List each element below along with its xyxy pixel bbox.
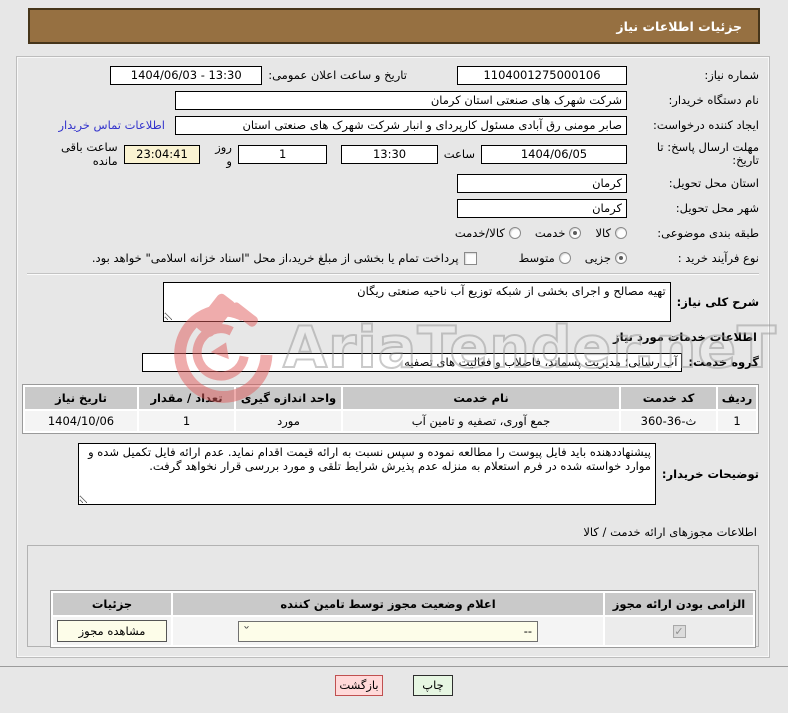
- radio-goods-service-label: کالا/خدمت: [454, 226, 505, 240]
- need-description-label: شرح کلی نیاز:: [676, 295, 759, 309]
- announce-datetime-value: 1404/06/03 - 13:30: [110, 65, 263, 85]
- service-name: جمع آوری، تصفیه و تامین آب: [343, 411, 619, 431]
- page-title: جزئیات اطلاعات نیاز: [28, 8, 760, 44]
- print-button[interactable]: چاپ: [413, 675, 453, 696]
- license-row: -- ˅ مشاهده مجوز: [53, 617, 753, 645]
- radio-goods-service[interactable]: [508, 227, 521, 239]
- row-purchase-process: نوع فرآیند خرید : جزیی متوسط پرداخت تمام…: [27, 248, 759, 268]
- section-divider: [27, 273, 759, 275]
- service-row-number: 1: [718, 411, 756, 431]
- service-code: ث-36-360: [621, 411, 716, 431]
- licenses-section-heading: اطلاعات مجوزهای ارائه خدمت / کالا: [583, 525, 757, 539]
- back-button[interactable]: بازگشت: [335, 675, 383, 696]
- treasury-checkbox[interactable]: [463, 251, 477, 265]
- row-need-description: شرح کلی نیاز: تهیه مصالح و اجرای بخشی از…: [27, 282, 759, 322]
- license-details-cell: مشاهده مجوز: [53, 617, 171, 645]
- col-service-name: نام خدمت: [343, 387, 619, 409]
- license-status-cell: -- ˅: [173, 617, 603, 645]
- col-unit: واحد اندازه گیری: [236, 387, 341, 409]
- licenses-groupbox: الزامی بودن ارائه مجوز اعلام وضعیت مجوز …: [27, 545, 759, 648]
- reply-deadline-time-label: ساعت: [443, 147, 475, 161]
- subject-classification-label: طبقه بندی موضوعی:: [657, 225, 759, 240]
- footer-divider: [0, 666, 788, 667]
- col-quantity: تعداد / مقدار: [139, 387, 234, 409]
- footer-buttons: چاپ بازگشت: [0, 675, 788, 696]
- col-license-details: جزئیات: [53, 593, 171, 615]
- countdown-label: ساعت باقی مانده: [60, 140, 118, 168]
- row-need-number: شماره نیاز: 1104001275000106 تاریخ و ساع…: [27, 65, 759, 85]
- need-description-textarea[interactable]: تهیه مصالح و اجرای بخشی از شبکه توزیع آب…: [162, 282, 671, 322]
- services-section-heading: اطلاعات خدمات مورد نیاز: [613, 330, 757, 344]
- buyer-notes-label: توضیحات خریدار:: [661, 467, 759, 481]
- remaining-days-value: 1: [237, 144, 328, 164]
- row-buyer-notes: توضیحات خریدار: پیشنهاددهنده باید فایل پ…: [27, 443, 759, 505]
- purchase-process-label: نوع فرآیند خرید :: [677, 250, 759, 265]
- delivery-province-label: استان محل تحویل:: [668, 175, 759, 190]
- buyer-org-value: شرکت شهرک های صنعتی استان کرمان: [175, 90, 627, 110]
- service-unit: مورد: [236, 411, 341, 431]
- view-license-button[interactable]: مشاهده مجوز: [57, 620, 167, 642]
- row-service-group: گروه خدمت: آب رسانی؛ مدیریت پسماند، فاضل…: [27, 352, 759, 372]
- buyer-notes-textarea[interactable]: پیشنهاددهنده باید فایل پیوست را مطالعه ن…: [77, 443, 656, 505]
- request-creator-label: ایجاد کننده درخواست:: [653, 117, 759, 132]
- service-group-value: آب رسانی؛ مدیریت پسماند، فاضلاب و فعالیت…: [142, 352, 683, 372]
- reply-deadline-time: 13:30: [341, 144, 438, 164]
- col-need-date: تاریخ نیاز: [25, 387, 137, 409]
- radio-service-label: خدمت: [534, 226, 566, 240]
- announce-datetime-label: تاریخ و ساعت اعلان عمومی:: [268, 68, 407, 82]
- service-row: 1 ث-36-360 جمع آوری، تصفیه و تامین آب مو…: [25, 411, 756, 431]
- service-need-date: 1404/10/06: [25, 411, 137, 431]
- countdown-timer: 23:04:41: [123, 144, 201, 164]
- radio-partial[interactable]: [615, 252, 627, 264]
- radio-medium-label: متوسط: [518, 251, 555, 265]
- radio-goods-label: کالا: [595, 226, 611, 240]
- licenses-table: الزامی بودن ارائه مجوز اعلام وضعیت مجوز …: [50, 590, 756, 648]
- buyer-org-label: نام دستگاه خریدار:: [668, 92, 759, 107]
- remaining-days-label: روز و: [215, 140, 232, 168]
- col-row-number: ردیف: [718, 387, 756, 409]
- licenses-table-header-row: الزامی بودن ارائه مجوز اعلام وضعیت مجوز …: [53, 593, 753, 615]
- license-status-select[interactable]: -- ˅: [238, 620, 538, 642]
- delivery-city-label: شهر محل تحویل:: [675, 200, 759, 215]
- row-reply-deadline: مهلت ارسال پاسخ: تا تاریخ: 1404/06/05 سا…: [27, 140, 759, 168]
- need-details-page: جزئیات اطلاعات نیاز شماره نیاز: 11040012…: [0, 0, 788, 713]
- row-delivery-province: استان محل تحویل: کرمان: [27, 173, 759, 193]
- radio-partial-label: جزیی: [584, 251, 611, 265]
- request-creator-value: صابر مومنی رق آبادی مسئول کارپردای و انب…: [175, 115, 627, 135]
- chevron-down-icon: ˅: [242, 625, 251, 637]
- row-buyer-org: نام دستگاه خریدار: شرکت شهرک های صنعتی ا…: [27, 90, 759, 110]
- radio-goods[interactable]: [615, 227, 627, 239]
- need-number-value: 1104001275000106: [457, 65, 627, 85]
- reply-deadline-label: مهلت ارسال پاسخ: تا تاریخ:: [656, 140, 759, 167]
- services-table-header-row: ردیف کد خدمت نام خدمت واحد اندازه گیری ت…: [25, 387, 756, 409]
- services-table: ردیف کد خدمت نام خدمت واحد اندازه گیری ت…: [22, 384, 759, 434]
- license-required-cell: [605, 617, 753, 645]
- license-required-checkbox: [672, 625, 686, 638]
- radio-service[interactable]: [569, 227, 582, 239]
- col-license-required: الزامی بودن ارائه مجوز: [605, 593, 753, 615]
- delivery-province-value: کرمان: [457, 173, 627, 193]
- need-number-label: شماره نیاز:: [704, 67, 759, 82]
- radio-medium[interactable]: [558, 252, 571, 264]
- col-service-code: کد خدمت: [621, 387, 716, 409]
- need-details-panel: شماره نیاز: 1104001275000106 تاریخ و ساع…: [16, 56, 770, 658]
- service-quantity: 1: [139, 411, 234, 431]
- row-request-creator: ایجاد کننده درخواست: صابر مومنی رق آبادی…: [27, 115, 759, 135]
- row-delivery-city: شهر محل تحویل: کرمان: [27, 198, 759, 218]
- reply-deadline-date: 1404/06/05: [481, 144, 627, 164]
- service-group-label: گروه خدمت:: [688, 355, 759, 369]
- license-status-selected-value: --: [523, 624, 532, 638]
- delivery-city-value: کرمان: [457, 198, 627, 218]
- row-subject-classification: طبقه بندی موضوعی: کالا خدمت کالا/خدمت: [27, 223, 759, 243]
- col-license-status: اعلام وضعیت مجوز توسط تامین کننده: [173, 593, 603, 615]
- treasury-checkbox-label: پرداخت تمام یا بخشی از مبلغ خرید،از محل …: [91, 251, 459, 265]
- buyer-contact-link[interactable]: اطلاعات تماس خریدار: [58, 118, 165, 132]
